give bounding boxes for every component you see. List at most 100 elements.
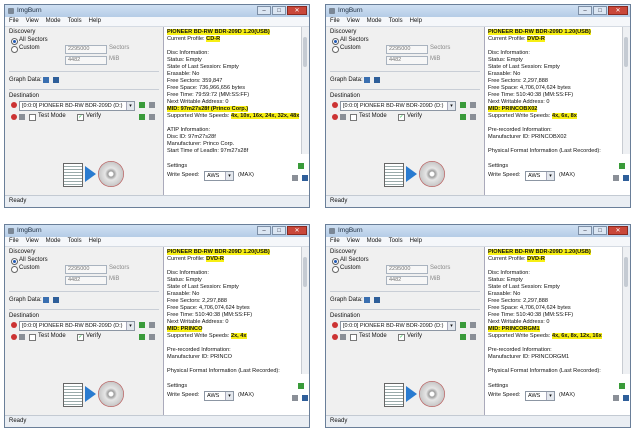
chevron-down-icon[interactable]: ▾ (225, 392, 233, 400)
options-icon[interactable] (139, 334, 145, 340)
custom-radio[interactable] (332, 46, 339, 53)
close-button[interactable]: ✕ (287, 226, 307, 235)
mib-input[interactable]: 4482 (65, 56, 107, 65)
leaf-icon[interactable] (298, 163, 304, 169)
destination-select[interactable]: [0:0:0] PIONEER BD-RW BDR-209D (D:) ▾ (340, 101, 456, 111)
menu-file[interactable]: File (330, 17, 340, 26)
options-icon[interactable] (139, 114, 145, 120)
copy-icon[interactable] (613, 395, 619, 401)
scrollbar[interactable] (301, 27, 309, 154)
all-sectors-radio[interactable] (332, 38, 339, 45)
options-icon[interactable] (460, 114, 466, 120)
scrollbar[interactable] (301, 247, 309, 374)
menu-help[interactable]: Help (410, 17, 422, 26)
close-button[interactable]: ✕ (608, 6, 628, 15)
settings-icon[interactable] (149, 114, 155, 120)
verify-checkbox[interactable]: ✓ (398, 114, 405, 121)
minimize-button[interactable]: – (257, 226, 271, 235)
menu-mode[interactable]: Mode (367, 237, 382, 246)
minimize-button[interactable]: – (578, 226, 592, 235)
custom-radio[interactable] (11, 266, 18, 273)
leaf-icon[interactable] (619, 383, 625, 389)
menu-tools[interactable]: Tools (389, 237, 403, 246)
custom-radio[interactable] (11, 46, 18, 53)
menu-view[interactable]: View (347, 17, 360, 26)
menu-tools[interactable]: Tools (68, 17, 82, 26)
chevron-down-icon[interactable]: ▾ (126, 102, 134, 110)
eject-icon[interactable] (149, 322, 155, 328)
sectors-input[interactable]: 2295000 (65, 45, 107, 54)
eject-icon[interactable] (470, 322, 476, 328)
chevron-down-icon[interactable]: ▾ (546, 392, 554, 400)
mib-input[interactable]: 4482 (386, 56, 428, 65)
save-icon[interactable] (374, 77, 380, 83)
info-icon[interactable] (340, 114, 346, 120)
chart-icon[interactable] (43, 297, 49, 303)
copy-icon[interactable] (292, 175, 298, 181)
info-icon[interactable] (340, 334, 346, 340)
build-button[interactable] (98, 381, 124, 407)
chevron-down-icon[interactable]: ▾ (225, 172, 233, 180)
info-icon[interactable] (19, 114, 25, 120)
menu-view[interactable]: View (26, 17, 39, 26)
scrollbar-thumb[interactable] (303, 37, 307, 67)
save-log-icon[interactable] (302, 395, 308, 401)
save-icon[interactable] (374, 297, 380, 303)
menu-file[interactable]: File (9, 17, 19, 26)
maximize-button[interactable]: □ (272, 226, 286, 235)
menu-tools[interactable]: Tools (68, 237, 82, 246)
destination-select[interactable]: [0:0:0] PIONEER BD-RW BDR-209D (D:) ▾ (340, 321, 456, 331)
test-mode-checkbox[interactable] (29, 334, 36, 341)
maximize-button[interactable]: □ (593, 6, 607, 15)
minimize-button[interactable]: – (257, 6, 271, 15)
scrollbar-thumb[interactable] (624, 37, 628, 67)
settings-icon[interactable] (470, 334, 476, 340)
save-icon[interactable] (53, 77, 59, 83)
chart-icon[interactable] (43, 77, 49, 83)
build-button[interactable] (419, 381, 445, 407)
menu-view[interactable]: View (347, 237, 360, 246)
verify-checkbox[interactable]: ✓ (77, 334, 84, 341)
build-button[interactable] (98, 161, 124, 187)
menu-help[interactable]: Help (89, 17, 101, 26)
write-speed-select[interactable]: AWS ▾ (525, 391, 555, 401)
chevron-down-icon[interactable]: ▾ (126, 322, 134, 330)
refresh-icon[interactable] (460, 322, 466, 328)
all-sectors-radio[interactable] (11, 38, 18, 45)
save-log-icon[interactable] (623, 395, 629, 401)
write-speed-select[interactable]: AWS ▾ (204, 391, 234, 401)
test-mode-checkbox[interactable] (29, 114, 36, 121)
all-sectors-radio[interactable] (11, 258, 18, 265)
scrollbar-thumb[interactable] (624, 257, 628, 287)
sectors-input[interactable]: 2295000 (386, 265, 428, 274)
verify-checkbox[interactable]: ✓ (398, 334, 405, 341)
maximize-button[interactable]: □ (593, 226, 607, 235)
chevron-down-icon[interactable]: ▾ (447, 322, 455, 330)
eject-icon[interactable] (470, 102, 476, 108)
settings-icon[interactable] (149, 334, 155, 340)
menu-file[interactable]: File (330, 237, 340, 246)
chevron-down-icon[interactable]: ▾ (546, 172, 554, 180)
chart-icon[interactable] (364, 297, 370, 303)
test-mode-checkbox[interactable] (350, 334, 357, 341)
all-sectors-radio[interactable] (332, 258, 339, 265)
menu-file[interactable]: File (9, 237, 19, 246)
info-icon[interactable] (19, 334, 25, 340)
menu-mode[interactable]: Mode (46, 17, 61, 26)
menu-mode[interactable]: Mode (46, 237, 61, 246)
save-log-icon[interactable] (623, 175, 629, 181)
menu-view[interactable]: View (26, 237, 39, 246)
mib-input[interactable]: 4482 (386, 276, 428, 285)
test-mode-checkbox[interactable] (350, 114, 357, 121)
menu-tools[interactable]: Tools (389, 17, 403, 26)
chevron-down-icon[interactable]: ▾ (447, 102, 455, 110)
refresh-icon[interactable] (139, 102, 145, 108)
leaf-icon[interactable] (619, 163, 625, 169)
scrollbar[interactable] (622, 247, 630, 374)
close-button[interactable]: ✕ (287, 6, 307, 15)
menu-help[interactable]: Help (410, 237, 422, 246)
write-speed-select[interactable]: AWS ▾ (204, 171, 234, 181)
close-button[interactable]: ✕ (608, 226, 628, 235)
mib-input[interactable]: 4482 (65, 276, 107, 285)
build-button[interactable] (419, 161, 445, 187)
